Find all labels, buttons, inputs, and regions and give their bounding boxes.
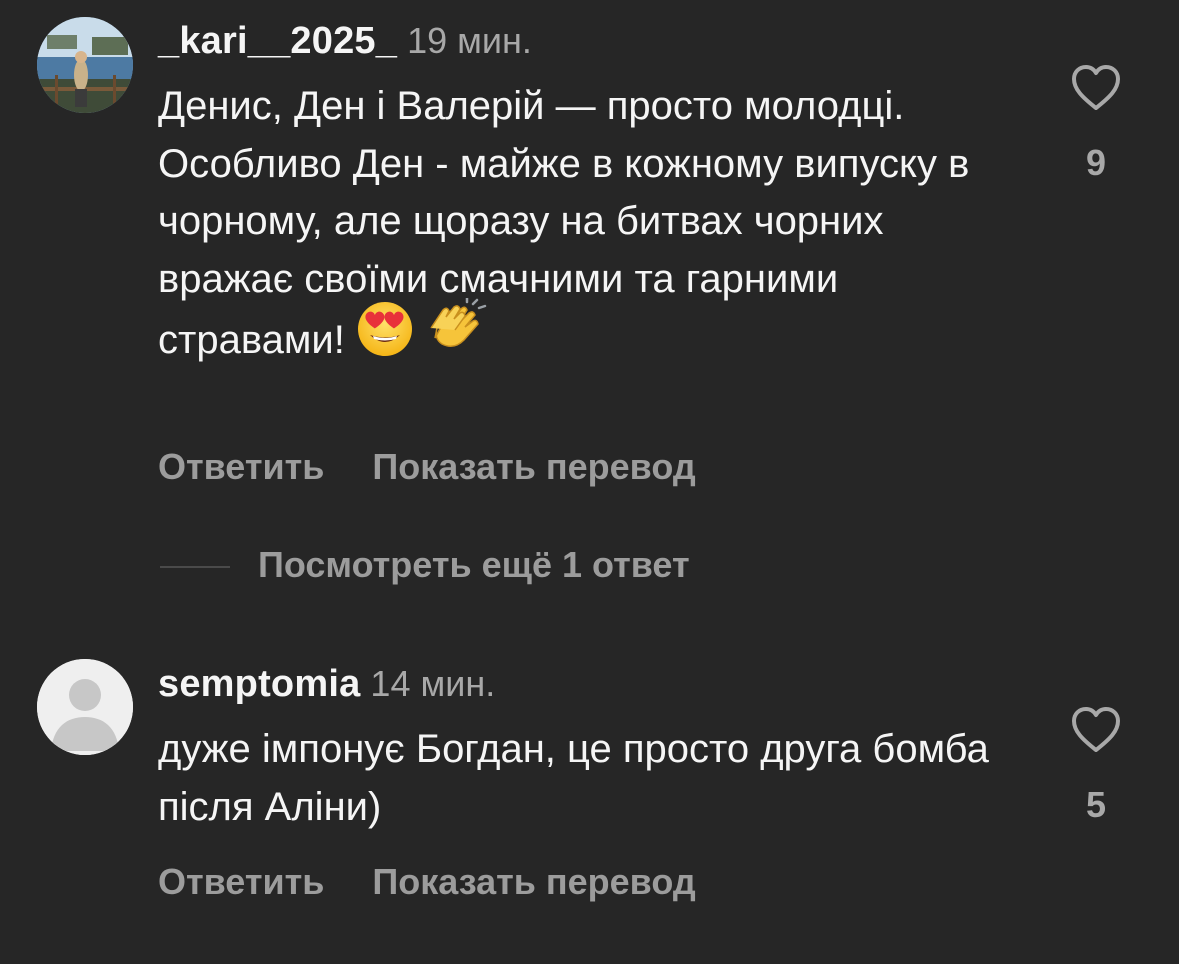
heart-icon <box>1072 65 1120 110</box>
username[interactable]: _kari__2025_ <box>158 20 397 62</box>
comment-text: Денис, Ден і Валерій — просто молодці. О… <box>158 78 1018 377</box>
timestamp: 14 мин. <box>370 663 496 704</box>
comment-actions: Ответить Показать перевод <box>158 446 696 488</box>
reply-button[interactable]: Ответить <box>158 446 324 487</box>
avatar[interactable] <box>37 659 133 755</box>
default-avatar-icon <box>37 659 133 755</box>
divider-line <box>160 566 230 568</box>
comment-text-content: Денис, Ден і Валерій — просто молодці. О… <box>158 84 970 362</box>
like-count: 9 <box>1085 142 1107 183</box>
reply-button[interactable]: Ответить <box>158 861 324 902</box>
show-translation-button[interactable]: Показать перевод <box>372 861 695 902</box>
comment-text-content: дуже імпонує Богдан, це просто друга бом… <box>158 727 989 829</box>
comment-actions: Ответить Показать перевод <box>158 861 696 903</box>
clapping-hands-emoji <box>425 296 487 377</box>
comment-text: дуже імпонує Богдан, це просто друга бом… <box>158 721 1018 836</box>
timestamp: 19 мин. <box>407 20 532 61</box>
comment-header: semptomia 14 мин. <box>158 663 495 706</box>
comment-header: _kari__2025_ 19 мин. <box>158 20 532 63</box>
avatar-photo-icon <box>37 17 133 113</box>
view-replies-label: Посмотреть ещё 1 ответ <box>258 544 690 585</box>
like-button[interactable] <box>1070 64 1122 117</box>
like-button[interactable] <box>1070 706 1122 759</box>
avatar[interactable] <box>37 17 133 113</box>
username[interactable]: semptomia <box>158 663 360 705</box>
heart-eyes-emoji <box>356 300 414 375</box>
show-translation-button[interactable]: Показать перевод <box>372 446 695 487</box>
heart-icon <box>1072 707 1120 752</box>
like-count: 5 <box>1085 784 1107 825</box>
